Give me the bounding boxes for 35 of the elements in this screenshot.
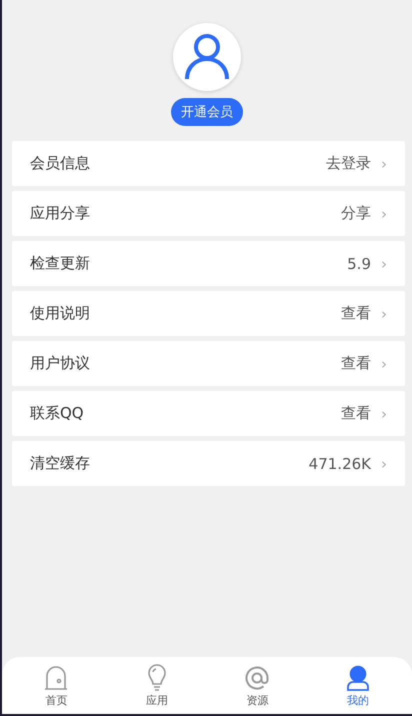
nav-tab[interactable]: 资源 xyxy=(227,664,288,708)
menu-row[interactable]: 应用分享 分享 › xyxy=(12,191,405,236)
nav-tab[interactable]: 首页 xyxy=(26,664,86,708)
chevron-icon: › xyxy=(381,154,387,172)
menu-row[interactable]: 检查更新 5.9 › xyxy=(12,241,405,286)
chevron-icon: › xyxy=(381,254,387,272)
nav-tab[interactable]: 应用 xyxy=(126,664,187,708)
chevron-icon: › xyxy=(381,304,387,322)
chevron-icon: › xyxy=(381,354,387,372)
avatar-icon[interactable] xyxy=(173,23,241,91)
chevron-icon: › xyxy=(381,454,387,472)
at-icon xyxy=(243,664,272,692)
menu-row[interactable]: 联系QQ 查看 › xyxy=(12,391,405,436)
menu-value: 471.26K xyxy=(308,454,371,472)
menu-label: 用户协议 xyxy=(30,354,90,373)
menu-value: 去登录 xyxy=(326,154,371,173)
chevron-icon: › xyxy=(381,404,387,422)
nav-tab[interactable]: 我的 xyxy=(328,664,388,708)
chevron-icon: › xyxy=(381,204,387,222)
menu-label: 会员信息 xyxy=(30,154,90,173)
menu-value: 查看 xyxy=(341,304,371,323)
menu-label: 清空缓存 xyxy=(30,454,90,473)
menu-row[interactable]: 用户协议 查看 › xyxy=(12,341,405,386)
menu-row[interactable]: 清空缓存 471.26K › xyxy=(12,441,405,486)
menu-value: 查看 xyxy=(341,404,371,423)
menu-label: 使用说明 xyxy=(30,304,90,323)
menu-value: 5.9 xyxy=(347,254,371,272)
menu-label: 检查更新 xyxy=(30,254,90,273)
membership-button[interactable]: 开通会员 xyxy=(171,98,243,126)
menu-value: 分享 xyxy=(341,204,371,223)
menu-label: 联系QQ xyxy=(30,404,84,423)
menu-label: 应用分享 xyxy=(30,204,90,223)
menu-row[interactable]: 会员信息 去登录 › xyxy=(12,141,405,186)
menu-row[interactable]: 使用说明 查看 › xyxy=(12,291,405,336)
menu-value: 查看 xyxy=(341,354,371,373)
